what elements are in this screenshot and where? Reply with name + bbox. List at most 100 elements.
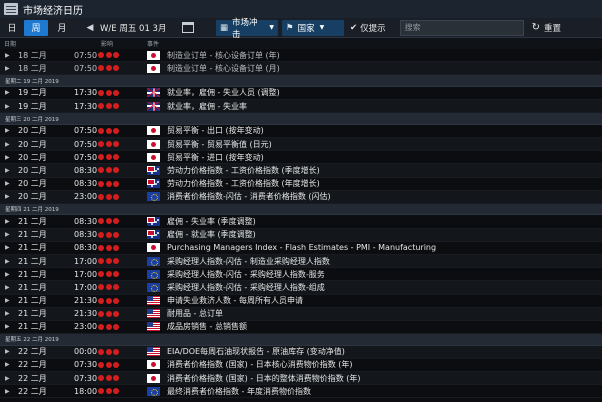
event-row[interactable]: ▶ 19 二月 17:30 就业率，雇佣 - 失业率	[0, 100, 602, 114]
event-date: 21 二月	[18, 282, 47, 292]
jp-flag-icon	[147, 360, 160, 370]
event-time: 07:30	[74, 373, 98, 383]
event-time: 08:30	[74, 230, 98, 240]
high-impact-dot-icon	[113, 244, 119, 251]
date-group-header[interactable]: 星期二 19 二月 2019	[0, 75, 602, 87]
expand-arrow-icon[interactable]: ▶	[5, 284, 10, 291]
event-row[interactable]: ▶ 21 二月 23:00 成品房销售 - 总销售额	[0, 320, 602, 335]
expand-arrow-icon[interactable]: ▶	[5, 310, 10, 317]
expand-arrow-icon[interactable]: ▶	[5, 180, 10, 187]
expand-arrow-icon[interactable]: ▶	[5, 271, 10, 278]
gb-flag-icon	[147, 101, 160, 111]
event-date: 20 二月	[18, 165, 47, 175]
event-time: 18:00	[74, 386, 98, 396]
expand-arrow-icon[interactable]: ▶	[5, 231, 10, 238]
event-row[interactable]: ▶ 21 二月 17:00 采购经理人指数-闪估 - 采购经理人指数-组成	[0, 281, 602, 295]
high-impact-dot-icon	[113, 52, 119, 59]
reset-button[interactable]: ↻ 重置	[532, 22, 561, 34]
event-time: 08:30	[74, 165, 98, 175]
event-row[interactable]: ▶ 22 二月 07:30 消费者价格指数 (国家) - 日本的整体消费物价指数 (年…	[0, 371, 602, 386]
expand-arrow-icon[interactable]: ▶	[5, 258, 10, 265]
search-input[interactable]	[404, 23, 519, 32]
event-row[interactable]: ▶ 18 二月 07:50 制造业订单 - 核心设备订单 (月)	[0, 62, 602, 76]
event-time: 08:30	[74, 179, 98, 189]
impact-indicator	[98, 218, 121, 225]
high-impact-dot-icon	[113, 348, 119, 355]
calendar-picker-icon[interactable]	[182, 22, 194, 33]
event-row[interactable]: ▶ 20 二月 07:50 贸易平衡 - 出口 (按年变动)	[0, 124, 602, 138]
date-group-header[interactable]: 星期五 22 二月 2019	[0, 334, 602, 346]
event-row[interactable]: ▶ 21 二月 21:30 申请失业救济人数 - 每周所有人员申请	[0, 294, 602, 308]
event-row[interactable]: ▶ 22 二月 07:30 消费者价格指数 (国家) - 日本核心消费物价指数 (年)	[0, 358, 602, 372]
event-column-header[interactable]: 事件	[147, 39, 159, 48]
event-row[interactable]: ▶ 21 二月 17:00 采购经理人指数-闪估 - 采购经理人指数-服务	[0, 268, 602, 282]
date-group-header[interactable]: 星期三 20 二月 2019	[0, 113, 602, 125]
impact-column-header[interactable]: 影响	[101, 39, 113, 48]
impact-indicator	[98, 127, 121, 134]
event-row[interactable]: ▶ 21 二月 08:30 Purchasing Managers Index - F…	[0, 241, 602, 255]
expand-arrow-icon[interactable]: ▶	[5, 127, 10, 134]
expand-arrow-icon[interactable]: ▶	[5, 193, 10, 200]
country-dropdown[interactable]: ⚑ 国家 ▼	[282, 19, 344, 36]
event-row[interactable]: ▶ 21 二月 08:30 雇佣 - 就业率 (季度调整)	[0, 228, 602, 242]
expand-arrow-icon[interactable]: ▶	[5, 323, 10, 330]
event-date: 22 二月	[18, 347, 47, 357]
expand-arrow-icon[interactable]: ▶	[5, 348, 10, 355]
event-date: 21 二月	[18, 243, 47, 253]
event-row[interactable]: ▶ 21 二月 08:30 雇佣 - 失业率 (季度调整)	[0, 215, 602, 229]
date-column-header[interactable]: 日期	[4, 39, 16, 48]
impact-indicator	[98, 154, 121, 161]
expand-arrow-icon[interactable]: ▶	[5, 103, 10, 110]
high-impact-dot-icon	[113, 154, 119, 161]
event-time: 17:30	[74, 101, 98, 111]
high-impact-dot-icon	[105, 154, 112, 161]
event-name: 申请失业救济人数 - 每周所有人员申请	[167, 296, 303, 306]
event-row[interactable]: ▶ 18 二月 07:50 制造业订单 - 核心设备订单 (年)	[0, 49, 602, 63]
event-name: 成品房销售 - 总销售额	[167, 322, 247, 332]
expand-arrow-icon[interactable]: ▶	[5, 218, 10, 225]
month-view-button[interactable]: 月	[50, 20, 74, 36]
impact-indicator	[98, 103, 121, 110]
event-row[interactable]: ▶ 21 二月 17:00 采购经理人指数-闪估 - 制造业采购经理人指数	[0, 254, 602, 269]
expand-arrow-icon[interactable]: ▶	[5, 244, 10, 251]
event-row[interactable]: ▶ 20 二月 07:50 贸易平衡 - 进口 (按年变动)	[0, 151, 602, 165]
high-impact-dot-icon	[98, 52, 104, 59]
event-name: 贸易平衡 - 出口 (按年变动)	[167, 126, 264, 136]
day-view-button[interactable]: 日	[2, 20, 22, 36]
high-impact-dot-icon	[113, 310, 119, 317]
us-flag-icon	[147, 309, 160, 319]
au-flag-icon	[147, 216, 160, 226]
event-row[interactable]: ▶ 20 二月 07:50 贸易平衡 - 贸易平衡值 (日元)	[0, 137, 602, 152]
expand-arrow-icon[interactable]: ▶	[5, 388, 10, 395]
expand-arrow-icon[interactable]: ▶	[5, 154, 10, 161]
high-impact-dot-icon	[98, 310, 104, 317]
expand-arrow-icon[interactable]: ▶	[5, 52, 10, 59]
expand-arrow-icon[interactable]: ▶	[5, 167, 10, 174]
week-view-button[interactable]: 周	[24, 19, 48, 36]
event-row[interactable]: ▶ 20 二月 08:30 劳动力价格指数 - 工资价格指数 (年度增长)	[0, 177, 602, 191]
high-impact-dot-icon	[98, 89, 104, 96]
event-row[interactable]: ▶ 22 二月 00:00 EIA/DOE每周石油现状报告 - 原油库存 (变动净值)	[0, 345, 602, 359]
high-impact-dot-icon	[105, 284, 112, 291]
event-row[interactable]: ▶ 21 二月 21:30 耐用品 - 总订单	[0, 307, 602, 321]
event-row[interactable]: ▶ 20 二月 23:00 消费者价格指数-闪估 - 消费者价格指数 (闪估)	[0, 190, 602, 204]
alerts-only-toggle[interactable]: ✔ 仅提示	[350, 22, 386, 34]
expand-arrow-icon[interactable]: ▶	[5, 89, 10, 96]
high-impact-dot-icon	[105, 103, 112, 110]
search-box[interactable]	[399, 19, 524, 36]
expand-arrow-icon[interactable]: ▶	[5, 361, 10, 368]
expand-arrow-icon[interactable]: ▶	[5, 375, 10, 382]
event-row[interactable]: ▶ 19 二月 17:30 就业率，雇佣 - 失业人员 (调整)	[0, 86, 602, 101]
chevron-down-icon: ▼	[269, 24, 274, 31]
event-date: 20 二月	[18, 192, 47, 202]
expand-arrow-icon[interactable]: ▶	[5, 65, 10, 72]
event-row[interactable]: ▶ 20 二月 08:30 劳动力价格指数 - 工资价格指数 (季度增长)	[0, 164, 602, 178]
prev-week-arrow-icon[interactable]: ◀	[82, 20, 98, 36]
expand-arrow-icon[interactable]: ▶	[5, 297, 10, 304]
expand-arrow-icon[interactable]: ▶	[5, 141, 10, 148]
market-impact-dropdown[interactable]: ▦ 市场冲击 ▼	[216, 18, 278, 40]
event-time: 23:00	[74, 322, 98, 332]
high-impact-dot-icon	[113, 141, 119, 148]
event-row[interactable]: ▶ 22 二月 18:00 最终消费者价格指数 - 年度消费物价指数	[0, 385, 602, 399]
date-group-header[interactable]: 星期四 21 二月 2019	[0, 203, 602, 216]
